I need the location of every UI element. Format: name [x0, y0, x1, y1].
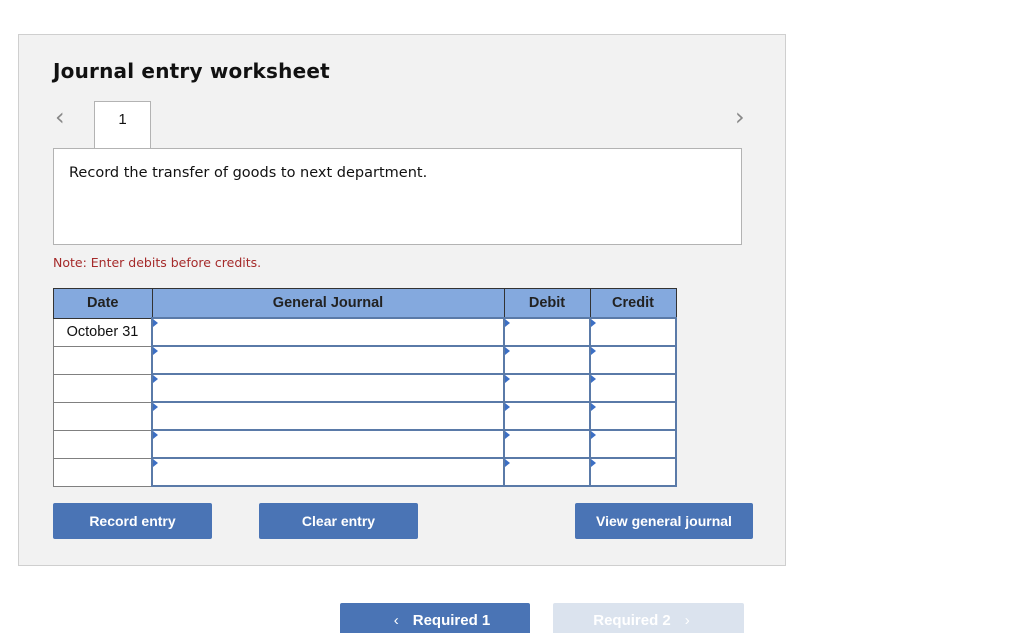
table-row: [53, 373, 677, 403]
journal-table: Date General Journal Debit Credit Octobe…: [53, 288, 677, 487]
table-row: [53, 345, 677, 375]
journal-worksheet-panel: Journal entry worksheet ‹ › 1 Record the…: [18, 34, 786, 566]
required-2-button[interactable]: Required 2 ›: [553, 603, 744, 633]
required-1-label: Required 1: [412, 612, 491, 629]
table-row: [53, 429, 677, 459]
credit-input[interactable]: [589, 345, 677, 375]
credit-input[interactable]: [589, 401, 677, 431]
record-entry-button[interactable]: Record entry: [53, 503, 212, 539]
instruction-text: Record the transfer of goods to next dep…: [69, 165, 428, 181]
debit-input[interactable]: [503, 373, 591, 403]
table-row: [53, 401, 677, 431]
date-cell: [53, 345, 153, 375]
worksheet-title: Journal entry worksheet: [53, 59, 330, 83]
credit-input[interactable]: [589, 457, 677, 487]
debit-input[interactable]: [503, 401, 591, 431]
header-general-journal: General Journal: [151, 288, 505, 319]
header-credit: Credit: [589, 288, 677, 319]
date-cell: [53, 401, 153, 431]
header-date: Date: [53, 288, 153, 319]
credit-input[interactable]: [589, 317, 677, 347]
debit-input[interactable]: [503, 429, 591, 459]
view-general-journal-button[interactable]: View general journal: [575, 503, 753, 539]
account-input[interactable]: [151, 317, 505, 347]
account-input[interactable]: [151, 345, 505, 375]
tab-1[interactable]: 1: [94, 101, 151, 148]
account-input[interactable]: [151, 401, 505, 431]
date-cell: [53, 429, 153, 459]
clear-entry-button[interactable]: Clear entry: [259, 503, 418, 539]
required-1-button[interactable]: ‹ Required 1: [340, 603, 530, 633]
chevron-right-icon[interactable]: ›: [735, 105, 745, 129]
date-cell: [53, 373, 153, 403]
instruction-box: Record the transfer of goods to next dep…: [53, 148, 742, 245]
table-row: October 31: [53, 317, 677, 347]
chevron-right-icon: ›: [684, 612, 690, 629]
account-input[interactable]: [151, 373, 505, 403]
account-input[interactable]: [151, 429, 505, 459]
required-2-label: Required 2: [593, 612, 671, 629]
debit-input[interactable]: [503, 345, 591, 375]
chevron-left-icon[interactable]: ‹: [55, 105, 65, 129]
date-cell: October 31: [53, 317, 153, 347]
table-row: [53, 457, 677, 487]
credit-input[interactable]: [589, 373, 677, 403]
chevron-left-icon: ‹: [393, 612, 399, 629]
header-debit: Debit: [503, 288, 591, 319]
debit-input[interactable]: [503, 457, 591, 487]
date-cell: [53, 457, 153, 487]
debit-input[interactable]: [503, 317, 591, 347]
note-text: Note: Enter debits before credits.: [53, 255, 262, 270]
credit-input[interactable]: [589, 429, 677, 459]
account-input[interactable]: [151, 457, 505, 487]
